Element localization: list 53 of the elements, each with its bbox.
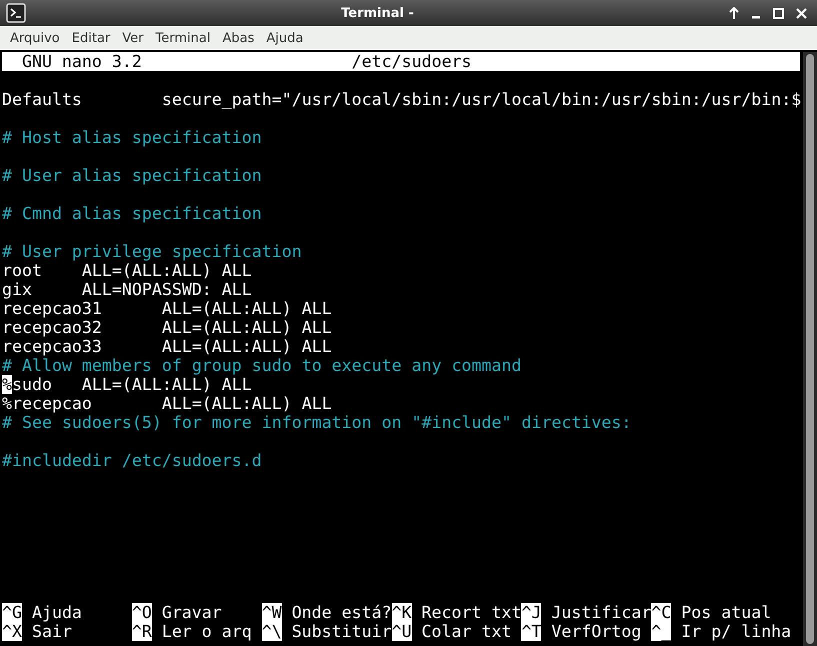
window-title: Terminal - — [340, 6, 415, 20]
shortcut-label: Substituir — [290, 622, 392, 641]
shortcut-key: ^R — [132, 622, 152, 641]
shortcut-key: ^U — [392, 622, 412, 641]
comment-line: # Host alias specification — [2, 128, 262, 147]
shortcut-label: Onde está? — [290, 603, 392, 622]
comment-line: #includedir /etc/sudoers.d — [2, 451, 262, 470]
shortcut-label: Sair — [30, 622, 72, 641]
shortcut-label: Pos atual — [680, 603, 772, 622]
maximize-icon[interactable] — [773, 8, 784, 18]
shortcut-key: ^G — [2, 603, 22, 622]
shortcut-label: Colar txt — [420, 622, 512, 641]
comment-line: # Cmnd alias specification — [2, 204, 262, 223]
shortcut-label: Recort txt — [420, 603, 522, 622]
shortcut-label: Ler o arq — [160, 622, 252, 641]
arrow-up-icon[interactable] — [729, 7, 739, 19]
shortcut-key: ^\ — [262, 622, 282, 641]
shortcut-key: ^C — [651, 603, 672, 622]
comment-line: # Allow members of group sudo to execute any command — [2, 356, 522, 375]
shortcut-key: ^K — [392, 603, 412, 622]
shortcut-key: ^W — [262, 603, 282, 622]
shortcut-key: ^X — [2, 622, 22, 641]
code-line: Defaults secure_path="/usr/local/sbin:/usr/local/bin:/usr/sbin:/usr/bin:$ — [2, 90, 802, 109]
shortcut-label: Ajuda — [30, 603, 82, 622]
code-line: recepcao31 ALL=(ALL:ALL) ALL — [2, 299, 332, 318]
code-line: recepcao32 ALL=(ALL:ALL) ALL — [2, 318, 332, 337]
shortcut-key: ^T — [521, 622, 542, 641]
menu-item[interactable]: Arquivo — [4, 30, 66, 46]
shortcut-key: ^O — [132, 603, 152, 622]
shortcut-key: ^_ — [651, 622, 672, 641]
menu-item[interactable]: Ajuda — [260, 30, 310, 46]
comment-line: # User alias specification — [2, 166, 262, 185]
close-icon[interactable] — [796, 8, 807, 18]
shortcut-label: Gravar — [160, 603, 222, 622]
code-line: root ALL=(ALL:ALL) ALL — [2, 261, 252, 280]
shortcut-label: Ir p/ linha — [680, 622, 792, 641]
code-line: %sudo ALL=(ALL:ALL) ALL — [2, 375, 252, 394]
comment-line: # User privilege specification — [2, 242, 302, 261]
program-version: GNU nano 3.2 — [20, 52, 143, 71]
terminal-icon — [6, 3, 26, 23]
scrollbar[interactable] — [803, 52, 817, 646]
menu-item[interactable]: Ver — [116, 30, 150, 46]
menu-item[interactable]: Editar — [66, 30, 116, 46]
shortcut-key: ^J — [521, 603, 542, 622]
comment-line: # See sudoers(5) for more information on "#include" directives: — [2, 413, 632, 432]
shortcut-label: VerfOrtog — [550, 622, 642, 641]
menu-item[interactable]: Terminal — [150, 30, 216, 46]
menu-item[interactable]: Abas — [216, 30, 260, 46]
code-line: recepcao33 ALL=(ALL:ALL) ALL — [2, 337, 332, 356]
code-line: gix ALL=NOPASSWD: ALL — [2, 280, 252, 299]
file-name: /etc/sudoers — [352, 52, 472, 71]
shortcut-label: Justificar — [550, 603, 652, 622]
code-line: %recepcao ALL=(ALL:ALL) ALL — [2, 394, 332, 413]
